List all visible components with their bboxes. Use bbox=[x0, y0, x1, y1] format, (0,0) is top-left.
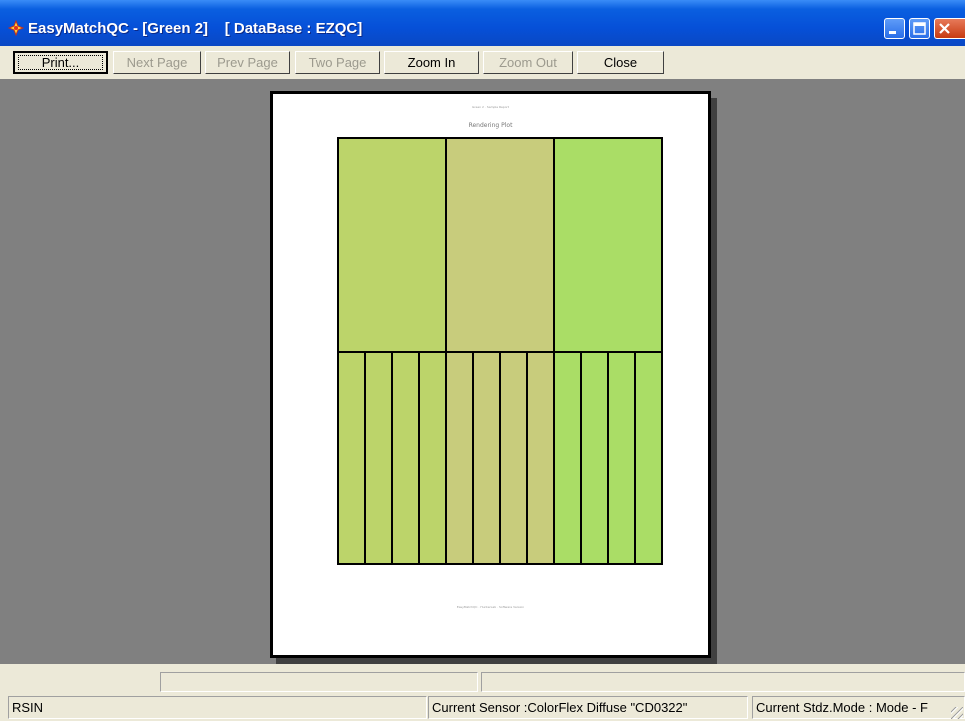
zoom-out-button[interactable]: Zoom Out bbox=[483, 51, 573, 74]
two-page-button[interactable]: Two Page bbox=[295, 51, 380, 74]
preview-area[interactable]: Green 2 · Sample Report Rendering Plot E… bbox=[0, 79, 965, 665]
color-swatch-small bbox=[526, 353, 553, 563]
title-bar[interactable]: EasyMatchQC - [Green 2] [ DataBase : EZQ… bbox=[0, 0, 965, 46]
status-panel-empty bbox=[160, 672, 478, 692]
color-swatch-small bbox=[553, 353, 580, 563]
prev-page-button[interactable]: Prev Page bbox=[205, 51, 290, 74]
print-button-label: Print... bbox=[18, 55, 103, 70]
print-preview-toolbar: Print... Next Page Prev Page Two Page Zo… bbox=[0, 46, 965, 79]
page-footer: EasyMatchQC · HunterLab · Software Versi… bbox=[456, 605, 525, 609]
plot-title: Rendering Plot bbox=[468, 122, 513, 129]
status-user: RSIN bbox=[8, 696, 427, 719]
small-swatch-row bbox=[337, 351, 663, 565]
window-title: EasyMatchQC - [Green 2] [ DataBase : EZQ… bbox=[28, 20, 363, 37]
preview-page[interactable]: Green 2 · Sample Report Rendering Plot E… bbox=[270, 91, 711, 658]
color-swatch-small bbox=[418, 353, 445, 563]
page-header: Green 2 · Sample Report bbox=[472, 105, 509, 109]
zoom-in-button[interactable]: Zoom In bbox=[384, 51, 479, 74]
minimize-button[interactable] bbox=[884, 18, 905, 39]
close-window-button[interactable] bbox=[934, 18, 965, 39]
app-icon bbox=[8, 20, 24, 36]
maximize-icon bbox=[913, 22, 926, 35]
status-bar: RSIN Current Sensor :ColorFlex Diffuse "… bbox=[0, 694, 965, 721]
status-sensor: Current Sensor :ColorFlex Diffuse "CD032… bbox=[428, 696, 748, 719]
next-page-button[interactable]: Next Page bbox=[113, 51, 201, 74]
color-swatch-small bbox=[445, 353, 472, 563]
maximize-button[interactable] bbox=[909, 18, 930, 39]
color-swatch-small bbox=[607, 353, 634, 563]
resize-grip[interactable] bbox=[951, 707, 963, 719]
color-swatch-small bbox=[499, 353, 526, 563]
color-swatch-small bbox=[580, 353, 607, 563]
color-swatch-large bbox=[445, 139, 553, 351]
close-preview-button[interactable]: Close bbox=[577, 51, 664, 74]
status-stdz-mode: Current Stdz.Mode : Mode - F bbox=[752, 696, 965, 719]
color-swatch-small bbox=[634, 353, 661, 563]
minimize-icon bbox=[889, 31, 896, 34]
large-swatch-row bbox=[337, 137, 663, 353]
status-bar-upper bbox=[0, 664, 965, 694]
status-panel-empty bbox=[481, 672, 965, 692]
color-swatch-large bbox=[339, 139, 445, 351]
color-swatch-small bbox=[391, 353, 418, 563]
color-swatch-small bbox=[472, 353, 499, 563]
print-button[interactable]: Print... bbox=[13, 51, 108, 74]
color-swatch-small bbox=[364, 353, 391, 563]
close-icon bbox=[939, 23, 950, 34]
color-swatch-small bbox=[339, 353, 364, 563]
color-swatch-large bbox=[553, 139, 661, 351]
